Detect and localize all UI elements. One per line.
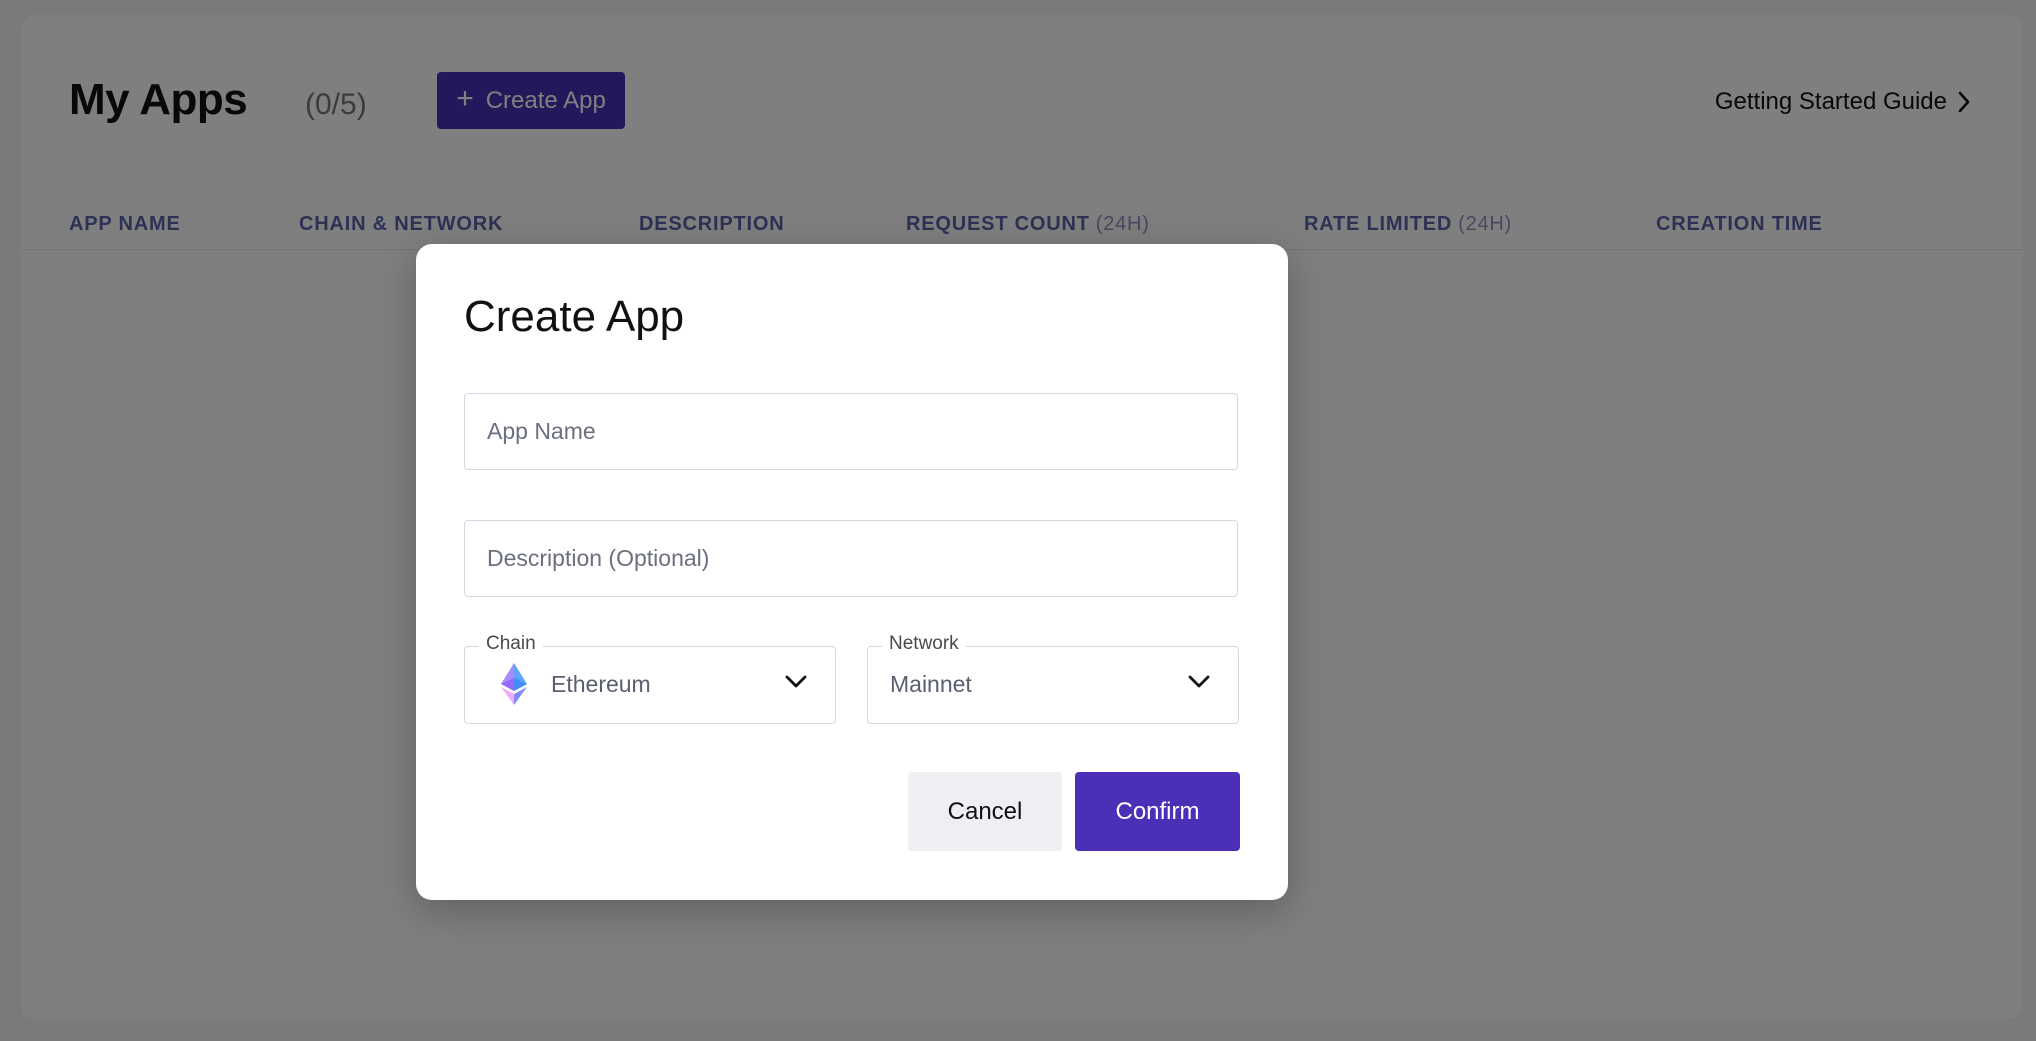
network-value: Mainnet	[890, 671, 972, 697]
chevron-down-icon	[785, 675, 807, 694]
create-app-dialog: Create App Chain Ethereum	[416, 244, 1288, 900]
dialog-title: Create App	[464, 292, 685, 341]
description-field	[464, 520, 1238, 597]
chain-select[interactable]: Chain Ethereum	[464, 633, 836, 724]
network-label: Network	[882, 633, 966, 655]
ethereum-icon	[501, 663, 527, 710]
confirm-button[interactable]: Confirm	[1075, 772, 1240, 851]
app-name-field	[464, 393, 1238, 470]
page: My Apps (0/5) + Create App Getting Start…	[0, 0, 2036, 1041]
description-input[interactable]	[465, 521, 1237, 596]
cancel-button[interactable]: Cancel	[908, 772, 1062, 851]
chain-label: Chain	[479, 633, 543, 655]
network-select[interactable]: Network Mainnet	[867, 633, 1239, 724]
chain-value: Ethereum	[551, 671, 651, 697]
chevron-down-icon	[1188, 675, 1210, 694]
app-name-input[interactable]	[465, 394, 1237, 469]
